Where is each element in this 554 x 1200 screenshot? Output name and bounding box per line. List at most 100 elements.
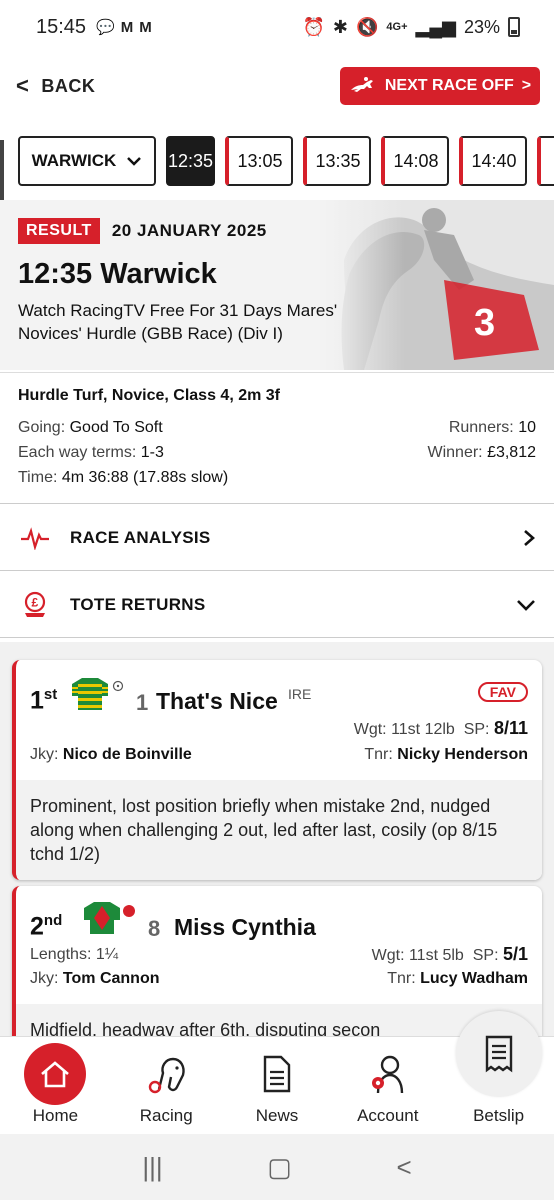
nav-news[interactable]: News (222, 1037, 333, 1134)
cap-icon (123, 905, 135, 917)
pulse-icon (18, 526, 52, 550)
weight-sp: Wgt: 11st 12lb SP: 8/11 (353, 718, 528, 738)
battery-icon (508, 17, 520, 37)
venue-label: WARWICK (31, 151, 117, 170)
racehorse-icon (350, 77, 373, 92)
next-race-label: NEXT RACE OFF (384, 77, 514, 94)
result-row: RESULT 20 JANUARY 2025 (18, 218, 267, 244)
bluetooth-icon: ✱ (332, 16, 348, 37)
nav-racing-label: Racing (139, 1106, 193, 1125)
race-class: Hurdle Turf, Novice, Class 4, 2m 3f (18, 387, 281, 404)
tab-time-label: 12:35 (168, 150, 214, 171)
tab-race-time[interactable]: 13:35 (303, 136, 372, 186)
status-time: 15:45 (36, 15, 87, 38)
race-date: 20 JANUARY 2025 (111, 221, 267, 240)
next-race-off-button[interactable]: NEXT RACE OFF > (340, 67, 540, 105)
nav-racing[interactable]: Racing (111, 1037, 222, 1134)
jockey-info: Jky: Nico de Boinville (30, 746, 192, 763)
winner-prize-info: Winner: £3,812 (427, 444, 536, 461)
race-comment: Prominent, lost position briefly when mi… (16, 780, 542, 880)
tote-returns-label: TOTE RETURNS (70, 594, 206, 614)
nav-news-label: News (255, 1106, 299, 1125)
betslip-bubble (455, 1011, 542, 1097)
nav-betslip-label: Betslip (473, 1106, 525, 1125)
trainer-info: Tnr: Nicky Henderson (364, 746, 528, 763)
tab-race-time[interactable]: 14:08 (381, 136, 450, 186)
each-way-info: Each way terms: 1-3 (18, 444, 164, 461)
nav-home-label: Home (32, 1106, 79, 1125)
chevron-right-icon: > (521, 77, 532, 94)
back-label: BACK (41, 75, 96, 96)
saddle-cloth-number: 1 (136, 690, 149, 715)
chevron-down-icon (127, 157, 142, 166)
back-system-icon[interactable]: < (396, 1152, 411, 1183)
race-banner: 3 RESULT 20 JANUARY 2025 12:35 Warwick W… (0, 200, 554, 370)
finish-position: 1st (30, 686, 58, 715)
tab-race-time[interactable]: 13:05 (225, 136, 294, 186)
bottom-nav: Home Racing News Account Betslip (0, 1011, 554, 1134)
tab-time-label: 13:05 (237, 150, 283, 171)
status-bar: 15:45 💬 M M ⏰ ✱ 🔇 4G+ ▂▄▆ 23% (0, 0, 554, 54)
tab-time-label: 14:08 (393, 150, 439, 171)
gmail-icon: M (139, 18, 152, 36)
chevron-down-icon (517, 599, 535, 611)
tab-time-label: 14:40 (471, 150, 517, 171)
nav-betslip[interactable]: Betslip (443, 1011, 554, 1134)
chevron-right-icon (524, 529, 535, 546)
favourite-badge: FAV (477, 682, 528, 702)
saddle-cloth-number: 8 (148, 916, 161, 941)
nav-account[interactable]: Account (332, 1037, 443, 1134)
recent-apps-icon[interactable]: ||| (142, 1152, 162, 1183)
battery-percent: 23% (463, 16, 500, 37)
trainer-info: Tnr: Lucy Wadham (387, 970, 528, 987)
jockey-silks-icon (72, 678, 108, 710)
tab-race-time[interactable]: 12:35 (166, 136, 216, 186)
race-title: 12:35 Warwick (18, 258, 217, 290)
race-analysis-row[interactable]: RACE ANALYSIS (0, 505, 554, 571)
notification-icons: 💬 M M (96, 18, 152, 37)
system-navigation: ||| ▢ < (0, 1134, 554, 1200)
horse-name[interactable]: Miss Cynthia (174, 914, 316, 941)
race-name: Watch RacingTV Free For 31 Days Mares' N… (18, 301, 338, 343)
pound-coin-icon: £ (18, 591, 52, 619)
mute-icon: 🔇 (355, 16, 379, 37)
horse-origin: IRE (288, 686, 312, 702)
home-system-icon[interactable]: ▢ (267, 1152, 292, 1183)
lengths-info: Lengths: 1¼ (30, 946, 119, 963)
signal-icon: ▂▄▆ (415, 16, 456, 37)
jockey-info: Jky: Tom Cannon (30, 970, 160, 987)
race-time-info: Time: 4m 36:88 (17.88s slow) (18, 469, 229, 486)
result-card[interactable]: 1st 1 That's Nice IRE FAV Wgt: 11st 12lb… (12, 660, 542, 880)
home-icon (24, 1043, 87, 1105)
tab-time-label: 13:35 (315, 150, 361, 171)
nav-account-label: Account (357, 1106, 419, 1125)
going-info: Going: Good To Soft (18, 419, 163, 436)
jockey-silks-icon (84, 902, 120, 934)
account-settings-icon (371, 1055, 403, 1094)
runners-info: Runners: 10 (448, 419, 536, 436)
gmail-icon: M (120, 18, 134, 36)
horse-name[interactable]: That's Nice (156, 688, 278, 715)
tote-returns-row[interactable]: £ TOTE RETURNS (0, 572, 554, 638)
venue-selector[interactable]: WARWICK (18, 136, 156, 186)
tab-race-time[interactable]: 14:40 (459, 136, 528, 186)
alarm-icon: ⏰ (302, 16, 325, 37)
header: < BACK NEXT RACE OFF > (0, 64, 554, 108)
nav-home[interactable]: Home (0, 1037, 111, 1134)
weight-sp: Wgt: 11st 5lb SP: 5/1 (371, 944, 528, 964)
chat-icon: 💬 (96, 19, 115, 36)
svg-text:£: £ (32, 595, 39, 609)
result-badge: RESULT (18, 218, 100, 244)
network-label: 4G+ (386, 21, 408, 33)
chevron-left-icon: < (16, 73, 30, 98)
result-card[interactable]: 2nd 8 Miss Cynthia Lengths: 1¼ Wgt: 11st… (12, 886, 542, 1038)
race-time-tabs: WARWICK 12:35 13:05 13:35 14:08 14:40 (0, 136, 554, 188)
document-icon (263, 1055, 291, 1093)
results-list: 1st 1 That's Nice IRE FAV Wgt: 11st 12lb… (0, 642, 554, 1038)
race-analysis-label: RACE ANALYSIS (70, 527, 211, 547)
horse-head-icon (148, 1057, 185, 1094)
back-button[interactable]: < BACK (16, 73, 95, 99)
finish-position: 2nd (30, 912, 63, 941)
receipt-icon (485, 1035, 512, 1073)
tab-race-time-more[interactable] (537, 136, 554, 186)
